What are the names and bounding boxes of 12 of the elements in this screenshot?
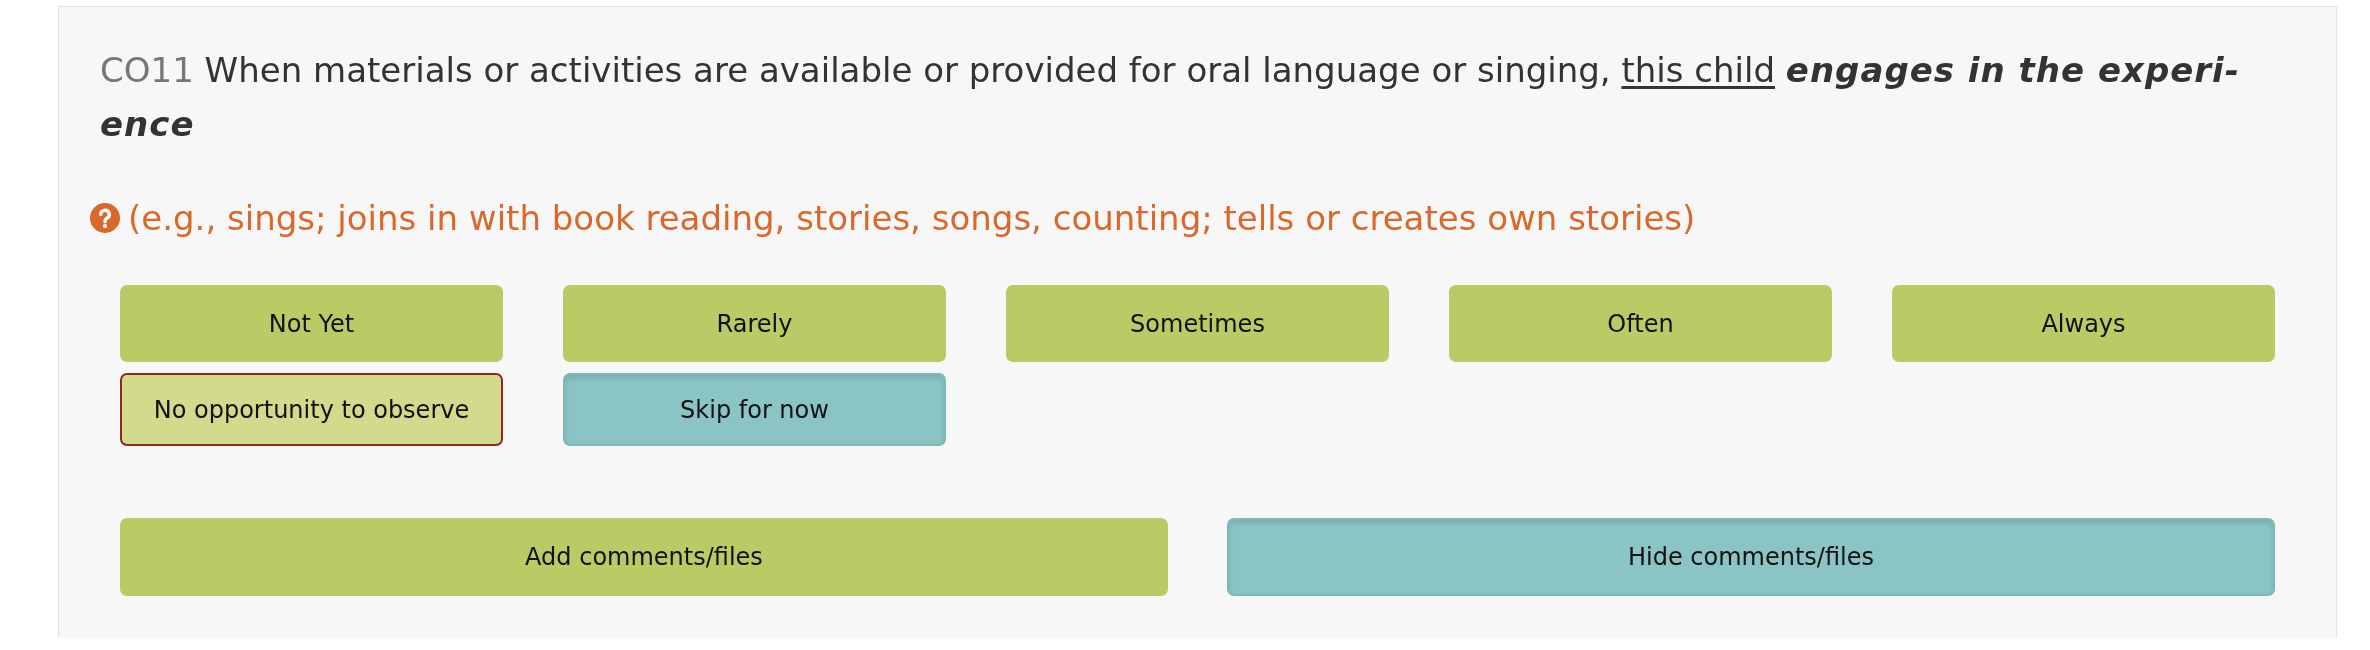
comments-button[interactable]: Add comments/files	[120, 518, 1168, 596]
comments-button[interactable]: Hide comments/files	[1227, 518, 2275, 596]
rating-button[interactable]: Always	[1892, 285, 2275, 362]
option-button[interactable]: Skip for now	[563, 373, 946, 446]
option-button[interactable]: No opportunity to observe	[120, 373, 503, 446]
rating-button[interactable]: Rarely	[563, 285, 946, 362]
help-icon[interactable]	[90, 203, 120, 233]
question-text: CO11 When materials or activities are available or provided for oral language or singing, this child engages in the experi- ence	[99, 49, 2241, 146]
rating-button[interactable]: Sometimes	[1006, 285, 1389, 362]
rating-button[interactable]: Often	[1449, 285, 1832, 362]
rating-button[interactable]: Not Yet	[120, 285, 503, 362]
hint-text: (e.g., sings; joins in with book reading, stories, songs, counting; tells or creates own stories)	[128, 198, 1696, 238]
